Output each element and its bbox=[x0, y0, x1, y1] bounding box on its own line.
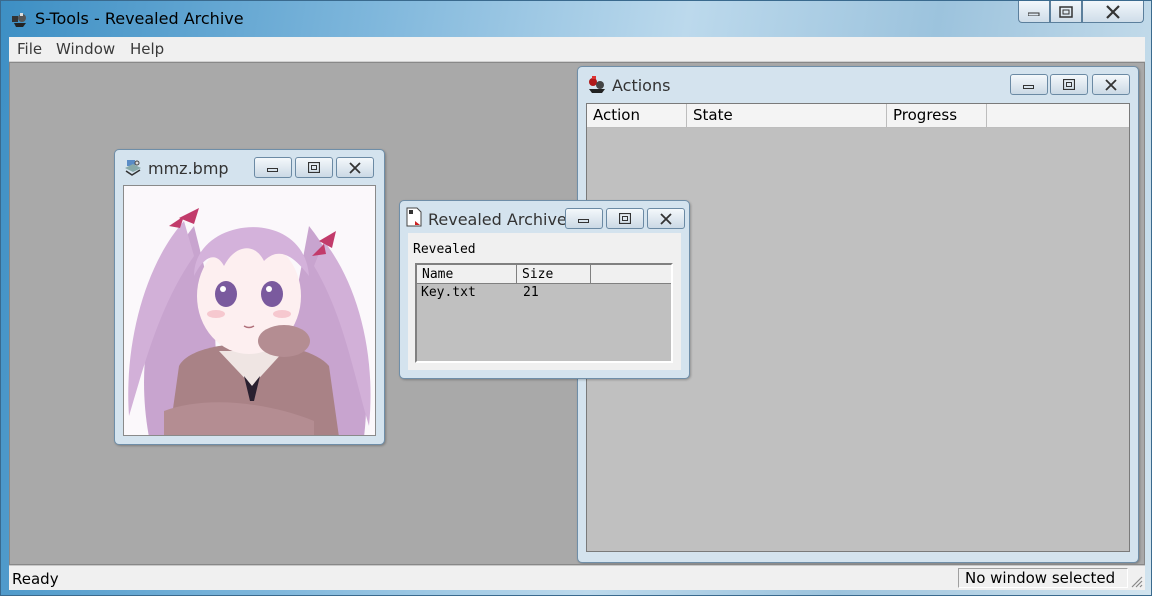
close-icon bbox=[1106, 4, 1120, 19]
actions-titlebar[interactable]: Actions bbox=[578, 67, 1138, 97]
image-title: mmz.bmp bbox=[148, 159, 229, 178]
anime-girl-image bbox=[123, 185, 376, 436]
file-size: 21 bbox=[523, 285, 539, 300]
minimize-icon bbox=[578, 218, 589, 223]
column-header-size[interactable]: Size bbox=[517, 265, 591, 284]
status-window-info: No window selected bbox=[958, 568, 1128, 588]
document-icon bbox=[405, 207, 423, 227]
column-header-action[interactable]: Action bbox=[587, 104, 687, 128]
resize-grip-icon[interactable] bbox=[1129, 574, 1143, 588]
menu-file[interactable]: File bbox=[17, 40, 42, 58]
image-window[interactable]: mmz.bmp bbox=[114, 149, 385, 445]
app-titlebar[interactable]: S-Tools - Revealed Archive bbox=[1, 1, 1151, 37]
restore-icon bbox=[308, 162, 320, 173]
minimize-icon bbox=[267, 167, 278, 172]
status-bar: Ready No window selected bbox=[9, 565, 1145, 590]
image-restore-button[interactable] bbox=[295, 157, 333, 178]
minimize-icon bbox=[1028, 12, 1040, 16]
app-title: S-Tools - Revealed Archive bbox=[35, 9, 244, 28]
image-titlebar[interactable]: mmz.bmp bbox=[115, 150, 384, 180]
minimize-icon bbox=[1023, 84, 1034, 89]
file-row[interactable]: Key.txt 21 bbox=[417, 285, 671, 301]
actions-restore-button[interactable] bbox=[1050, 74, 1088, 95]
revealed-list-header: Name Size bbox=[417, 265, 671, 284]
s-tools-icon bbox=[11, 10, 29, 28]
revealed-close-button[interactable] bbox=[647, 208, 685, 229]
revealed-minimize-button[interactable] bbox=[565, 208, 603, 229]
close-icon bbox=[1105, 78, 1117, 91]
revealed-titlebar[interactable]: Revealed Archive bbox=[400, 201, 689, 231]
mdi-workspace: Actions Action State Progress mmz.bmp Re… bbox=[9, 62, 1145, 565]
actions-minimize-button[interactable] bbox=[1010, 74, 1048, 95]
menu-help[interactable]: Help bbox=[130, 40, 164, 58]
restore-button[interactable] bbox=[1050, 1, 1082, 23]
menu-window[interactable]: Window bbox=[56, 40, 115, 58]
close-icon bbox=[349, 161, 361, 174]
status-text: Ready bbox=[12, 570, 59, 588]
actions-list-header: Action State Progress bbox=[587, 104, 1129, 128]
file-name: Key.txt bbox=[421, 285, 476, 300]
column-header-progress[interactable]: Progress bbox=[887, 104, 987, 128]
actions-close-button[interactable] bbox=[1092, 74, 1130, 95]
column-header-state[interactable]: State bbox=[687, 104, 887, 128]
image-body bbox=[123, 185, 376, 436]
actions-icon bbox=[587, 75, 605, 93]
revealed-archive-window[interactable]: Revealed Archive Revealed Name Size Key.… bbox=[399, 200, 690, 379]
restore-icon bbox=[1063, 79, 1075, 90]
restore-icon bbox=[1059, 5, 1073, 18]
close-button[interactable] bbox=[1082, 1, 1144, 23]
actions-title: Actions bbox=[612, 76, 671, 95]
close-icon bbox=[660, 212, 672, 225]
minimize-button[interactable] bbox=[1018, 1, 1050, 23]
revealed-body: Revealed Name Size Key.txt 21 bbox=[408, 233, 681, 370]
revealed-restore-button[interactable] bbox=[606, 208, 644, 229]
revealed-file-list[interactable]: Name Size Key.txt 21 bbox=[415, 263, 673, 363]
image-close-button[interactable] bbox=[336, 157, 374, 178]
image-file-icon bbox=[123, 158, 141, 176]
restore-icon bbox=[619, 213, 631, 224]
image-minimize-button[interactable] bbox=[254, 157, 292, 178]
app-window: S-Tools - Revealed Archive File Window H… bbox=[0, 0, 1152, 596]
column-header-name[interactable]: Name bbox=[417, 265, 517, 284]
revealed-label: Revealed bbox=[413, 242, 476, 257]
menu-bar: File Window Help bbox=[9, 37, 1145, 62]
revealed-title: Revealed Archive bbox=[428, 210, 567, 229]
